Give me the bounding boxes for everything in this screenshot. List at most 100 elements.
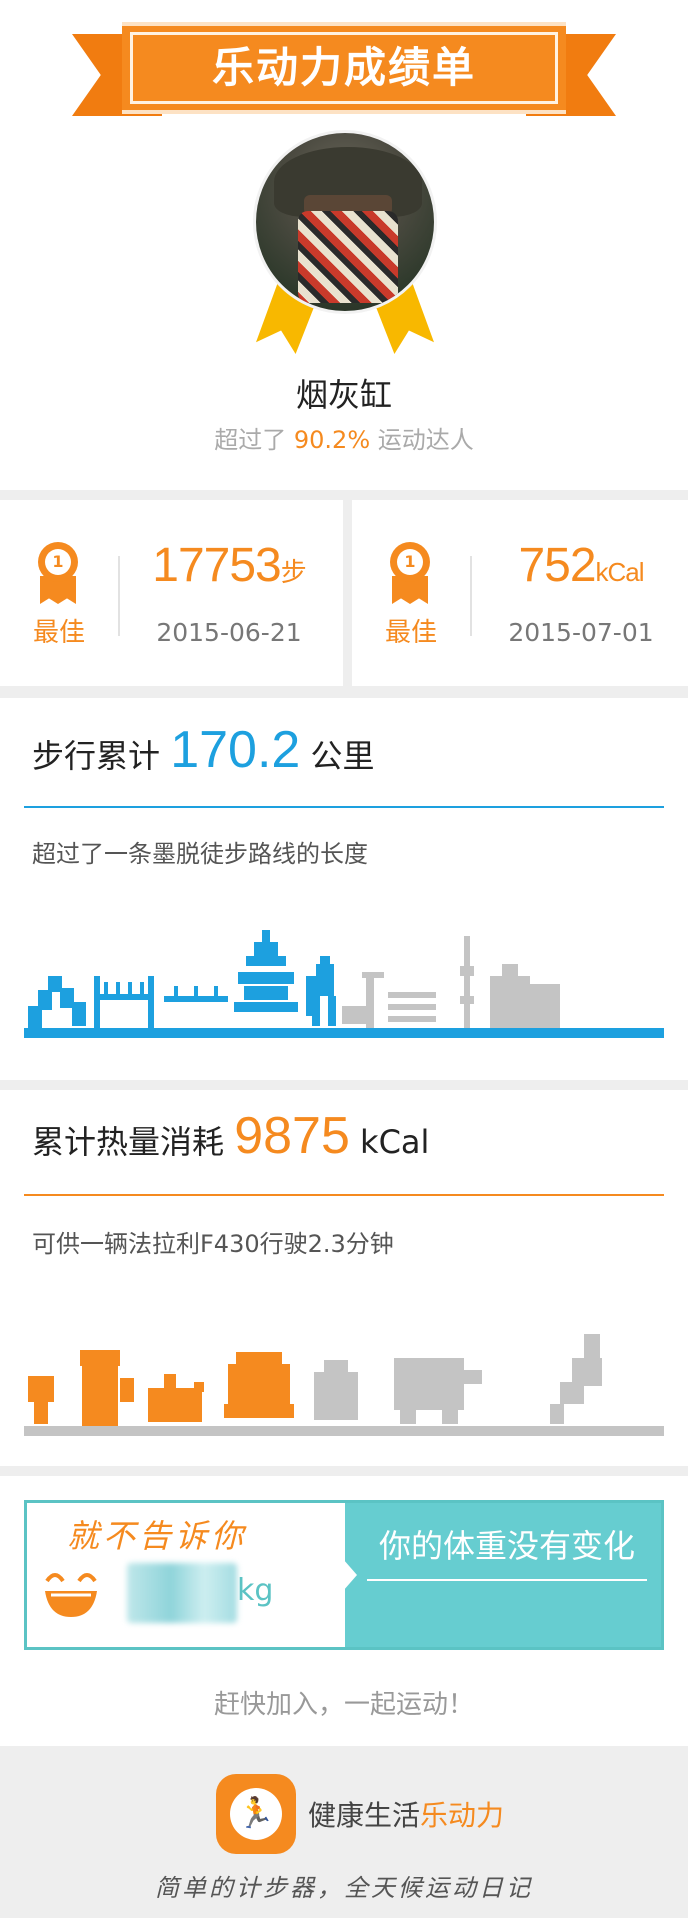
calories-description: 可供一辆法拉利F430行驶2.3分钟 xyxy=(32,1230,394,1258)
skyline-block xyxy=(388,992,436,998)
skyline-block xyxy=(490,976,530,1028)
calories-section: 累计热量消耗 9875 kCal 可供一辆法拉利F430行驶2.3分钟 xyxy=(0,1090,688,1466)
skyline-block xyxy=(320,956,330,964)
walking-landmarks-skyline xyxy=(24,930,664,1038)
skyline-block xyxy=(262,930,270,942)
best-steps-value: 17753步 xyxy=(152,539,307,592)
weight-section: 就不告诉你 kg 你的体重没有变化 赶快加入，一起运动！ xyxy=(0,1476,688,1746)
best-steps-card: 1 最佳 17753步 2015-06-21 xyxy=(0,500,343,686)
hidden-weight-text: 就不告诉你 xyxy=(67,1517,248,1555)
skyline-block xyxy=(312,996,320,1026)
skyline-block xyxy=(82,1366,118,1426)
best-label: 最佳 xyxy=(32,618,85,648)
skyline-block xyxy=(328,996,336,1026)
best-calories-date: 2015-07-01 xyxy=(508,618,654,647)
walking-distance: 170.2 xyxy=(170,721,301,779)
skyline-block xyxy=(238,972,294,984)
skyline-block xyxy=(148,976,154,1028)
walking-section: 步行累计 170.2 公里 超过了一条墨脱徒步路线的长度 xyxy=(0,698,688,1080)
skyline-block xyxy=(24,1028,664,1038)
avatar[interactable] xyxy=(253,130,437,314)
skyline-block xyxy=(460,966,474,976)
skyline-block xyxy=(560,1382,584,1404)
rank-percent: 90.2% xyxy=(293,426,371,454)
header-card: 乐动力成绩单 烟灰缸 超过了 90.2% 运动达人 xyxy=(0,0,688,490)
skyline-block xyxy=(342,1006,366,1024)
medal-icon: 1 xyxy=(384,542,436,604)
skyline-block xyxy=(24,1426,664,1436)
blurred-weight-value xyxy=(127,1563,237,1623)
rank-text: 超过了 90.2% 运动达人 xyxy=(214,426,474,454)
weight-status-panel: 你的体重没有变化 xyxy=(343,1503,661,1647)
best-label: 最佳 xyxy=(384,618,437,648)
skyline-block xyxy=(316,964,334,996)
skyline-block xyxy=(94,976,100,1028)
weight-status: 你的体重没有变化 xyxy=(378,1527,635,1565)
footer: 🏃 健康生活乐动力 简单的计步器，全天候运动日记 xyxy=(0,1746,688,1918)
skyline-block xyxy=(540,996,560,1004)
skyline-block xyxy=(462,1370,482,1384)
skyline-block xyxy=(236,1352,282,1366)
skyline-block xyxy=(194,986,198,998)
skyline-block xyxy=(80,1350,120,1366)
skyline-block xyxy=(324,1360,348,1372)
skyline-block xyxy=(234,1002,298,1012)
skyline-block xyxy=(388,1004,436,1010)
divider xyxy=(24,1194,664,1196)
skyline-block xyxy=(502,964,518,976)
best-calories-card: 1 最佳 752kCal 2015-07-01 xyxy=(352,500,688,686)
app-name[interactable]: 健康生活乐动力 xyxy=(308,1794,504,1834)
walking-description: 超过了一条墨脱徒步路线的长度 xyxy=(32,840,368,868)
username: 烟灰缸 xyxy=(295,376,392,414)
skyline-block xyxy=(48,976,62,992)
skyline-block xyxy=(362,972,384,978)
skyline-block xyxy=(244,986,288,1000)
weight-unit: kg xyxy=(237,1573,274,1608)
skyline-block xyxy=(464,936,470,1028)
walking-title: 步行累计 170.2 公里 xyxy=(32,721,375,779)
skyline-block xyxy=(460,996,474,1004)
skyline-block xyxy=(140,982,144,996)
skyline-block xyxy=(400,1410,416,1424)
skyline-block xyxy=(388,1016,436,1022)
skyline-block xyxy=(38,990,52,1010)
app-slogan: 简单的计步器，全天候运动日记 xyxy=(155,1874,533,1902)
skyline-block xyxy=(254,942,278,956)
skyline-block xyxy=(148,1388,202,1422)
calories-total: 9875 xyxy=(234,1107,350,1165)
skyline-block xyxy=(366,978,374,1028)
skyline-block xyxy=(164,1374,176,1388)
skyline-block xyxy=(72,1002,86,1026)
calories-objects-skyline xyxy=(24,1334,664,1436)
weight-box: 就不告诉你 kg 你的体重没有变化 xyxy=(24,1500,664,1650)
medal-icon: 1 xyxy=(32,542,84,604)
best-calories-value: 752kCal xyxy=(518,539,644,592)
skyline-block xyxy=(116,982,120,996)
skyline-block xyxy=(194,1382,204,1392)
divider xyxy=(24,806,664,808)
skyline-block xyxy=(34,1402,48,1424)
best-steps-date: 2015-06-21 xyxy=(156,618,302,647)
join-cta[interactable]: 赶快加入，一起运动！ xyxy=(0,1684,688,1721)
skyline-block xyxy=(572,1358,602,1386)
skyline-block xyxy=(174,986,178,998)
skyline-block xyxy=(224,1404,294,1418)
skyline-block xyxy=(120,1378,134,1402)
skyline-block xyxy=(214,986,218,998)
skyline-block xyxy=(332,1392,344,1420)
title-ribbon: 乐动力成绩单 xyxy=(72,22,616,122)
smile-icon xyxy=(45,1573,97,1617)
skyline-block xyxy=(394,1358,464,1410)
calories-title: 累计热量消耗 9875 kCal xyxy=(32,1107,430,1165)
skyline-block xyxy=(28,1376,54,1402)
skyline-block xyxy=(128,982,132,996)
runner-icon[interactable]: 🏃 xyxy=(216,1774,296,1854)
skyline-block xyxy=(550,1404,564,1424)
skyline-block xyxy=(442,1410,458,1424)
page-title: 乐动力成绩单 xyxy=(211,43,476,92)
skyline-block xyxy=(584,1334,600,1362)
skyline-block xyxy=(530,984,560,1028)
skyline-block xyxy=(94,994,154,1000)
skyline-block xyxy=(238,1370,278,1378)
skyline-block xyxy=(246,956,286,966)
